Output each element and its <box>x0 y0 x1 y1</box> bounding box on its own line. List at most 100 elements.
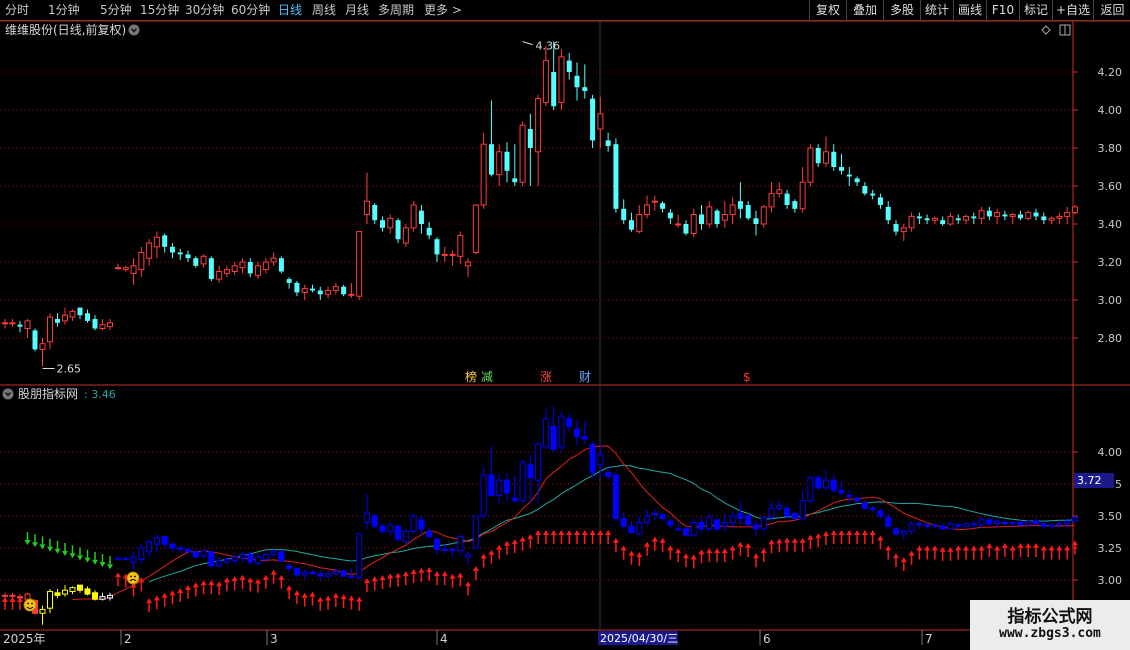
candle[interactable] <box>372 203 378 224</box>
candle[interactable] <box>332 282 339 295</box>
candle[interactable] <box>582 64 588 99</box>
candle[interactable] <box>115 263 121 270</box>
candle[interactable] <box>1041 212 1047 224</box>
candle[interactable] <box>885 201 891 224</box>
candle[interactable] <box>47 313 53 350</box>
candle[interactable] <box>768 182 775 213</box>
candle[interactable] <box>402 224 409 247</box>
candle[interactable] <box>488 100 494 177</box>
candle[interactable] <box>613 138 619 213</box>
candle[interactable] <box>542 45 549 107</box>
candle[interactable] <box>675 214 682 228</box>
candle[interactable] <box>714 208 720 228</box>
candle[interactable] <box>216 265 223 283</box>
candle[interactable] <box>519 121 526 186</box>
candle[interactable] <box>854 176 860 187</box>
candle[interactable] <box>472 204 479 255</box>
candle[interactable] <box>270 252 277 266</box>
candle[interactable] <box>699 205 704 230</box>
candle[interactable] <box>138 246 145 278</box>
candle[interactable] <box>24 319 31 338</box>
candle[interactable] <box>628 212 634 232</box>
candle[interactable] <box>185 250 191 262</box>
candle[interactable] <box>223 265 230 278</box>
candle[interactable] <box>441 246 448 262</box>
candle[interactable] <box>721 201 728 228</box>
candle[interactable] <box>908 212 915 232</box>
candle[interactable] <box>410 201 417 232</box>
candle[interactable] <box>153 231 160 259</box>
candle[interactable] <box>146 239 153 266</box>
candle[interactable] <box>597 96 604 148</box>
candle[interactable] <box>387 214 394 234</box>
candle[interactable] <box>971 212 977 224</box>
candle[interactable] <box>122 265 129 272</box>
candle[interactable] <box>986 206 992 221</box>
main-candles[interactable] <box>2 41 1078 367</box>
candle[interactable] <box>480 132 487 209</box>
candle[interactable] <box>605 132 611 152</box>
candle[interactable] <box>1025 210 1032 221</box>
candle[interactable] <box>294 281 300 297</box>
candle[interactable] <box>753 210 759 236</box>
candle[interactable] <box>99 319 106 331</box>
candle[interactable] <box>39 338 46 367</box>
candle[interactable] <box>200 254 207 268</box>
candle[interactable] <box>92 315 98 331</box>
candle[interactable] <box>62 307 68 325</box>
candle[interactable] <box>348 282 355 299</box>
candle[interactable] <box>644 195 651 219</box>
candle[interactable] <box>870 189 876 200</box>
candle[interactable] <box>449 250 456 266</box>
candle[interactable] <box>278 256 284 274</box>
candle[interactable] <box>17 320 23 333</box>
candle[interactable] <box>418 205 424 234</box>
candle[interactable] <box>356 231 363 300</box>
candle[interactable] <box>231 262 238 276</box>
candle[interactable] <box>690 208 697 238</box>
candle[interactable] <box>434 237 440 262</box>
candle[interactable] <box>683 220 689 236</box>
candle[interactable] <box>893 220 899 236</box>
candle[interactable] <box>590 94 596 148</box>
candle[interactable] <box>737 182 743 219</box>
candle[interactable] <box>784 189 790 209</box>
candle[interactable] <box>706 201 713 228</box>
candle[interactable] <box>1033 208 1039 221</box>
candle[interactable] <box>325 286 332 299</box>
candle[interactable] <box>1056 212 1063 224</box>
candle[interactable] <box>107 319 113 331</box>
candle[interactable] <box>916 212 922 224</box>
candle[interactable] <box>465 258 472 278</box>
candle[interactable] <box>776 182 783 198</box>
candle[interactable] <box>792 199 798 213</box>
candle[interactable] <box>380 216 386 232</box>
candle[interactable] <box>660 201 666 213</box>
candle[interactable] <box>1064 206 1071 224</box>
candle[interactable] <box>978 206 985 224</box>
candle[interactable] <box>846 167 852 186</box>
candle[interactable] <box>535 94 542 186</box>
candle[interactable] <box>947 212 954 226</box>
candle[interactable] <box>457 231 464 264</box>
candle[interactable] <box>994 208 1001 224</box>
candle[interactable] <box>426 222 432 240</box>
candle[interactable] <box>2 319 8 329</box>
candle[interactable] <box>301 284 308 300</box>
candle[interactable] <box>130 258 137 285</box>
candle[interactable] <box>955 214 961 225</box>
candle[interactable] <box>85 309 90 323</box>
candle[interactable] <box>900 224 907 242</box>
candle[interactable] <box>1071 205 1078 215</box>
candle[interactable] <box>877 193 883 209</box>
candle[interactable] <box>729 197 736 224</box>
candle[interactable] <box>193 256 199 268</box>
candle[interactable] <box>363 172 370 224</box>
candle[interactable] <box>621 199 627 224</box>
candle[interactable] <box>558 49 565 110</box>
candle[interactable] <box>799 167 806 213</box>
candle[interactable] <box>667 208 673 224</box>
candle[interactable] <box>208 256 214 281</box>
candle[interactable] <box>512 144 518 186</box>
candle[interactable] <box>341 284 347 297</box>
